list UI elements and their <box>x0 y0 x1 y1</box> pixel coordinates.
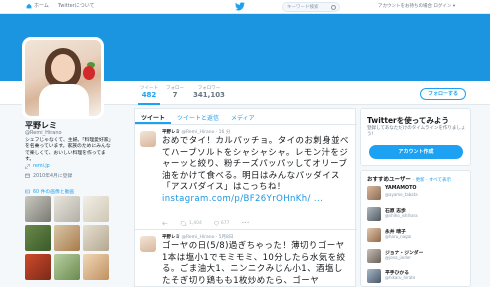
create-account-button[interactable]: アカウント作成 <box>369 145 463 159</box>
media-thumbnail[interactable] <box>25 254 51 280</box>
photos-videos-header[interactable]: 60 件の画像と動画 <box>25 188 74 195</box>
tweet-handle[interactable]: @Remi_Hirano <box>181 130 214 135</box>
tab-tweets-replies[interactable]: ツイートと返信 <box>171 109 225 124</box>
profile-link-row: remi.jp <box>25 164 50 169</box>
suggested-user[interactable]: ジョナ・ジンダー @jona_jinder <box>367 249 467 269</box>
avatar-strawberry <box>83 66 95 80</box>
tweet-time[interactable]: 16 分 <box>219 130 231 135</box>
about-nav-item[interactable]: Twitterについて <box>58 2 95 9</box>
twitter-bird-logo-icon[interactable] <box>235 2 245 11</box>
signup-module: Twitterを使ってみよう 登録してあなただけのタイムラインを作りましょう！ … <box>360 108 471 166</box>
tweet-link-suffix: ... <box>310 193 324 204</box>
tweet-text: ゴーヤの日(5/8)過ぎちゃった！薄切りゴーヤ1本は塩小1でモミモミ、10分した… <box>162 241 346 286</box>
like-count: 677 <box>220 221 230 226</box>
stat-following-value: 7 <box>172 91 178 99</box>
tweet-header: 平野レミ @Remi_Hirano · 16 分 <box>162 130 231 135</box>
tweet-header: 平野レミ @Remi_Hirano · 5月8日 <box>162 235 234 240</box>
tweet-avatar[interactable] <box>140 236 156 252</box>
stat-tweets[interactable]: ツイート 482 <box>138 85 160 105</box>
media-thumbnail[interactable] <box>54 254 80 280</box>
suggested-user-name[interactable]: YAMAMOTO <box>385 186 416 191</box>
suggested-user-handle: @jona_jinder <box>385 255 411 260</box>
tweet-handle[interactable]: @Remi_Hirano <box>181 235 214 240</box>
tweet-link[interactable]: instagram.com/p/BF26YrOHnKh/ <box>162 194 311 204</box>
stat-following[interactable]: フォロー 7 <box>165 85 185 99</box>
suggested-user-handle: @shiho_ishihara <box>385 213 418 218</box>
media-thumbnail[interactable] <box>83 225 109 251</box>
retweet-icon[interactable] <box>180 221 187 226</box>
stat-tweets-value: 482 <box>141 91 157 99</box>
stat-followers[interactable]: フォロワー 341,103 <box>193 85 225 99</box>
avatar-face <box>51 54 75 82</box>
media-thumbnail[interactable] <box>25 196 51 222</box>
stat-followers-value: 341,103 <box>193 91 225 99</box>
media-thumbnail[interactable] <box>54 225 80 251</box>
tweet-text: おめでタイ！カルパッチョ。タイのお刺身並べてハーブソルトをシャシャシャ。レモン汁… <box>162 136 350 206</box>
like-icon[interactable] <box>213 221 219 226</box>
tab-media[interactable]: メディア <box>225 109 261 124</box>
suggested-user[interactable]: 永井 晴子 @haru_nagai <box>367 228 467 248</box>
tweet[interactable]: 平野レミ @Remi_Hirano · 5月8日 ゴーヤの日(5/8)過ぎちゃっ… <box>135 231 357 287</box>
suggested-user-handle: @hikaru_hirate <box>385 275 416 280</box>
suggested-user-avatar[interactable] <box>367 269 381 283</box>
suggested-user[interactable]: 石原 志歩 @shiho_ishihara <box>367 207 467 227</box>
link-icon <box>25 164 30 169</box>
timeline: ツイート ツイートと返信 メディア 平野レミ @Remi_Hirano · 16… <box>134 108 357 287</box>
tab-tweets[interactable]: ツイート <box>135 109 172 124</box>
suggested-user-handle: @ayame_tabata <box>385 192 418 197</box>
suggested-user-avatar[interactable] <box>367 228 381 242</box>
who-to-follow-module: おすすめユーザー · 更新 · すべて表示 YAMAMOTO @ayame_ta… <box>360 170 471 287</box>
about-nav-label: Twitterについて <box>58 3 95 9</box>
follow-button[interactable]: フォローする <box>420 88 466 100</box>
timeline-tabs: ツイート ツイートと返信 メディア <box>135 109 357 125</box>
media-thumbnail[interactable] <box>83 196 109 222</box>
retweet-count: 1,404 <box>189 221 202 226</box>
media-thumbnail[interactable] <box>83 254 109 280</box>
calendar-icon <box>25 173 30 178</box>
tweet-actions: 1,404 677 ••• <box>162 221 249 226</box>
who-to-follow-refresh[interactable]: · 更新 · すべて表示 <box>413 178 451 183</box>
search-placeholder: キーワード検索 <box>287 5 319 10</box>
tweet-author[interactable]: 平野レミ <box>162 130 180 135</box>
photos-videos-label: 60 件の画像と動画 <box>33 190 75 195</box>
tweet-author[interactable]: 平野レミ <box>162 235 180 240</box>
tweet[interactable]: 平野レミ @Remi_Hirano · 16 分 おめでタイ！カルパッチョ。タイ… <box>135 126 357 230</box>
profile-joined-row: 2010年4月に登録 <box>25 172 72 179</box>
suggested-user-avatar[interactable] <box>367 207 381 221</box>
suggested-user-avatar[interactable] <box>367 186 381 200</box>
who-to-follow-title: おすすめユーザー <box>367 177 411 183</box>
profile-joined: 2010年4月に登録 <box>33 174 73 179</box>
login-prompt[interactable]: アカウントをお持ちの場合 ログイン ▾ <box>378 3 455 9</box>
tweet-text-content: おめでタイ！カルパッチョ。タイのお刺身並べてハーブソルトをシャシャシャ。レモン汁… <box>162 136 349 193</box>
home-icon <box>26 3 32 8</box>
suggested-user-avatar[interactable] <box>367 249 381 263</box>
search-icon[interactable] <box>331 5 336 10</box>
who-to-follow-header: おすすめユーザー · 更新 · すべて表示 <box>367 175 451 183</box>
media-thumbnail[interactable] <box>25 225 51 251</box>
follow-button-label: フォローする <box>427 91 458 97</box>
signup-subtitle: 登録してあなただけのタイムラインを作りましょう！ <box>367 126 466 137</box>
home-nav-item[interactable]: ホーム <box>26 2 49 9</box>
profile-avatar[interactable] <box>22 37 104 119</box>
top-navigation-bar: ホーム Twitterについて キーワード検索 アカウントをお持ちの場合 ログイ… <box>0 0 490 14</box>
avatar-dress <box>39 84 89 116</box>
suggested-user[interactable]: 平手ひかる @hikaru_hirate <box>367 269 467 287</box>
more-icon[interactable]: ••• <box>241 221 249 226</box>
tweet-time[interactable]: 5月8日 <box>219 235 234 240</box>
profile-link[interactable]: remi.jp <box>33 164 50 169</box>
search-input[interactable]: キーワード検索 <box>282 2 340 12</box>
signup-title: Twitterを使ってみよう <box>367 116 449 125</box>
profile-handle[interactable]: @Remi_Hirano <box>25 130 62 136</box>
profile-bio: シェフじゃなくて、主婦。「料理愛好家」を名乗っています。家族のためにみんなで楽し… <box>25 138 111 163</box>
photo-icon <box>25 189 30 194</box>
suggested-user-handle: @haru_nagai <box>385 234 412 239</box>
tweet-avatar[interactable] <box>140 131 156 147</box>
media-thumbnail[interactable] <box>54 196 80 222</box>
suggested-user[interactable]: YAMAMOTO @ayame_tabata <box>367 186 467 206</box>
reply-icon[interactable] <box>162 221 168 226</box>
home-nav-label: ホーム <box>34 3 49 9</box>
